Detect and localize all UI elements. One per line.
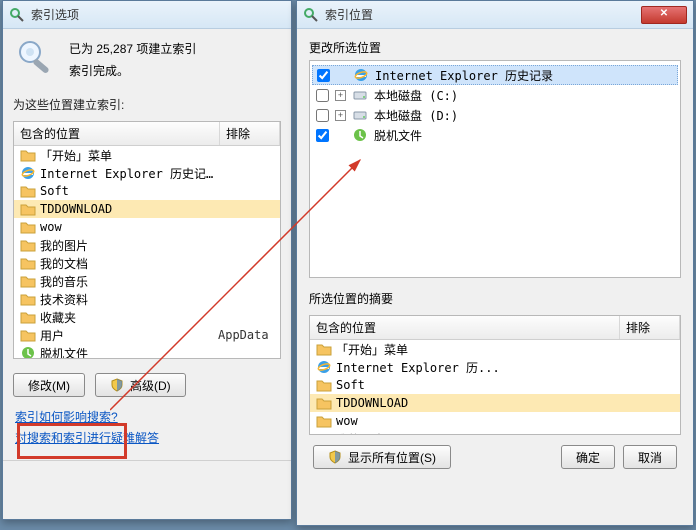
link-troubleshoot[interactable]: 对搜索和索引进行疑难解答 [15, 428, 279, 448]
index-locations-window: 索引位置 ✕ 更改所选位置 Internet Explorer 历史记录+本地磁… [296, 0, 694, 526]
tree-row[interactable]: 脱机文件 [312, 125, 678, 145]
list-header: 包含的位置 排除 [14, 122, 280, 146]
window-title: 索引选项 [31, 6, 285, 23]
col-included[interactable]: 包含的位置 [310, 316, 620, 339]
folder-icon [316, 341, 332, 357]
folder-icon [20, 183, 36, 199]
change-locations-label: 更改所选位置 [309, 39, 681, 56]
list-item[interactable]: 我的音乐 [14, 272, 280, 290]
locations-tree[interactable]: Internet Explorer 历史记录+本地磁盘 (C:)+本地磁盘 (D… [309, 60, 681, 278]
magnifier-icon [9, 7, 25, 23]
col-exclude[interactable]: 排除 [220, 122, 280, 145]
list-item[interactable]: 收藏夹 [14, 308, 280, 326]
modify-button[interactable]: 修改(M) [13, 373, 85, 397]
list-item[interactable]: TDDOWNLOAD [14, 200, 280, 218]
folder-icon [316, 431, 332, 434]
list-item[interactable]: wow [310, 412, 680, 430]
list-item[interactable]: 「开始」菜单 [14, 146, 280, 164]
expand-toggle[interactable]: + [335, 110, 346, 121]
disk-icon [352, 87, 368, 103]
list-item[interactable]: Internet Explorer 历... [310, 358, 680, 376]
location-checkbox[interactable] [316, 129, 329, 142]
expand-toggle[interactable]: + [335, 90, 346, 101]
index-status-text: 索引完成。 [69, 61, 196, 83]
offline-icon [20, 345, 36, 358]
link-how-search[interactable]: 索引如何影响搜索? [15, 407, 279, 427]
folder-icon [20, 201, 36, 217]
locations-list[interactable]: 包含的位置 排除 「开始」菜单Internet Explorer 历史记录Sof… [13, 121, 281, 359]
location-checkbox[interactable] [316, 109, 329, 122]
tree-row[interactable]: +本地磁盘 (D:) [312, 105, 678, 125]
folder-icon [20, 237, 36, 253]
list-item[interactable]: 脱机文件 [14, 344, 280, 358]
col-exclude[interactable]: 排除 [620, 316, 680, 339]
folder-icon [20, 309, 36, 325]
shield-icon [110, 378, 124, 392]
ie-icon [353, 67, 369, 83]
folder-icon [20, 291, 36, 307]
index-icon [13, 35, 59, 81]
tree-row[interactable]: +本地磁盘 (C:) [312, 85, 678, 105]
list-item[interactable]: wow [14, 218, 280, 236]
ie-icon [316, 359, 332, 375]
ie-icon [20, 165, 36, 181]
cancel-button[interactable]: 取消 [623, 445, 677, 469]
tree-row[interactable]: Internet Explorer 历史记录 [312, 65, 678, 85]
show-all-button[interactable]: 显示所有位置(S) [313, 445, 451, 469]
list-header: 包含的位置 排除 [310, 316, 680, 340]
list-item[interactable]: Internet Explorer 历史记录 [14, 164, 280, 182]
window-title: 索引位置 [325, 6, 635, 23]
folder-icon [20, 147, 36, 163]
shield-icon [328, 450, 342, 464]
titlebar[interactable]: 索引选项 [3, 1, 291, 29]
disk-icon [352, 107, 368, 123]
titlebar[interactable]: 索引位置 ✕ [297, 1, 693, 29]
list-item[interactable]: TDDOWNLOAD [310, 394, 680, 412]
list-item[interactable]: Soft [310, 376, 680, 394]
list-item[interactable]: 我的图片 [14, 236, 280, 254]
folder-icon [20, 273, 36, 289]
col-included[interactable]: 包含的位置 [14, 122, 220, 145]
folder-icon [20, 327, 36, 343]
advanced-button[interactable]: 高级(D) [95, 373, 186, 397]
folder-icon [316, 395, 332, 411]
list-item[interactable]: 「开始」菜单 [310, 340, 680, 358]
index-count-text: 已为 25,287 项建立索引 [69, 39, 196, 61]
ok-button[interactable]: 确定 [561, 445, 615, 469]
offline-icon [352, 127, 368, 143]
location-checkbox[interactable] [316, 89, 329, 102]
folder-icon [316, 377, 332, 393]
summary-label: 所选位置的摘要 [309, 290, 681, 307]
list-item[interactable]: 我的文档 [14, 254, 280, 272]
location-checkbox[interactable] [317, 69, 330, 82]
summary-list[interactable]: 包含的位置 排除 「开始」菜单Internet Explorer 历...Sof… [309, 315, 681, 435]
folder-icon [316, 413, 332, 429]
list-item[interactable]: 用户AppData [14, 326, 280, 344]
locations-label: 为这些位置建立索引: [3, 92, 291, 117]
close-button[interactable]: ✕ [641, 6, 687, 24]
list-item[interactable]: 我的图片 [310, 430, 680, 434]
folder-icon [20, 219, 36, 235]
index-options-window: 索引选项 已为 25,287 项建立索引 索引完成。 为这些位置建立索引: 包含… [2, 0, 292, 520]
list-item[interactable]: 技术资料 [14, 290, 280, 308]
folder-icon [20, 255, 36, 271]
list-item[interactable]: Soft [14, 182, 280, 200]
magnifier-icon [303, 7, 319, 23]
